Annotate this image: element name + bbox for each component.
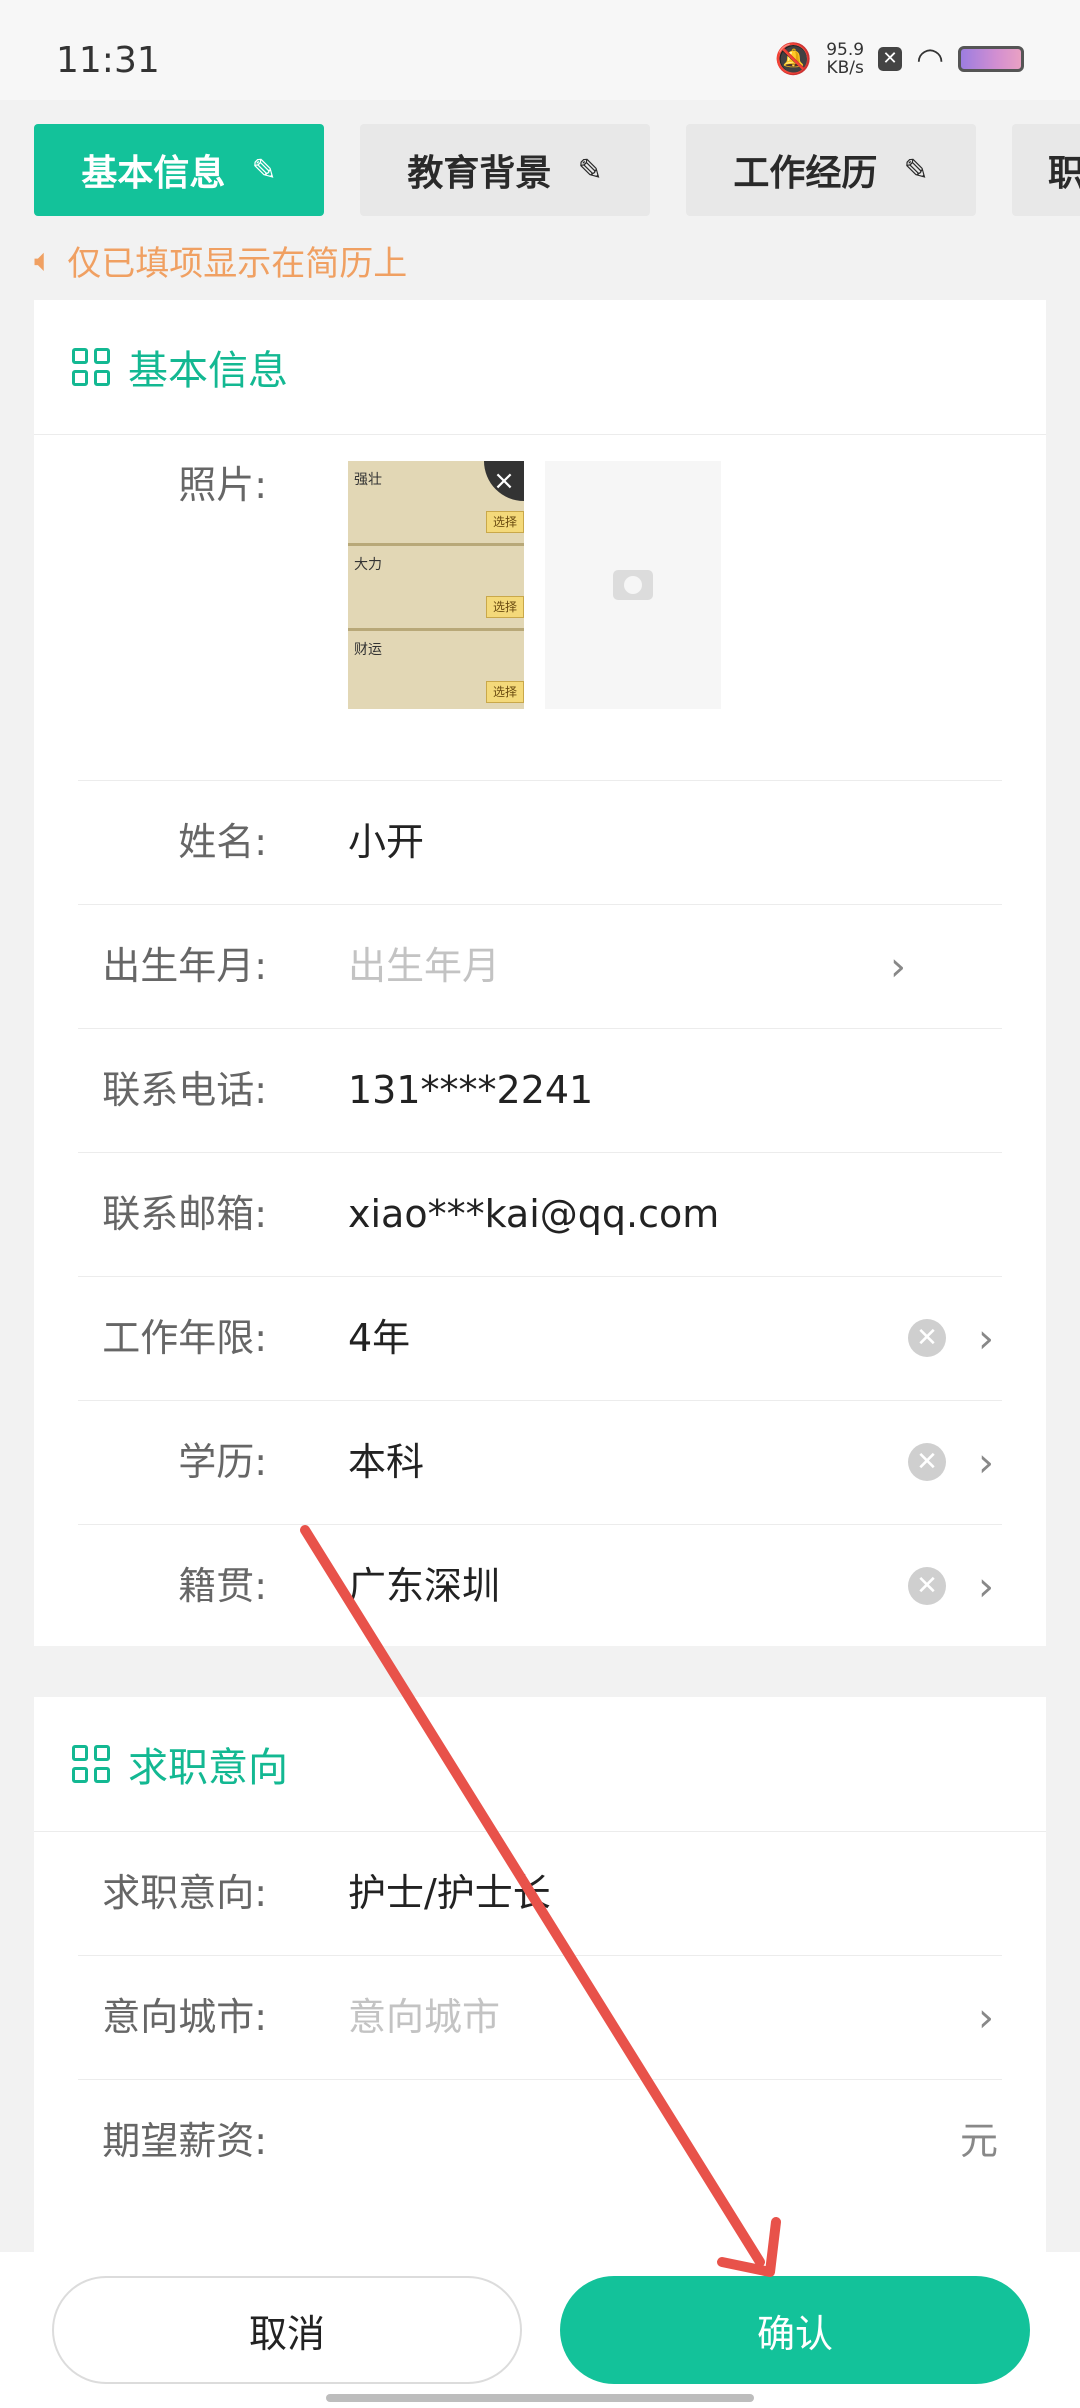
section-tabs: 基本信息 ✎ 教育背景 ✎ 工作经历 ✎ 职 <box>0 100 1080 250</box>
work-years-row[interactable]: 工作年限: 4年 ✕ › <box>78 1277 1002 1401</box>
job-label: 求职意向: <box>102 1871 267 1915</box>
education-row[interactable]: 学历: 本科 ✕ › <box>78 1401 1002 1525</box>
salary-row[interactable]: 期望薪资: 元 <box>78 2080 1002 2203</box>
clear-icon[interactable]: ✕ <box>908 1319 946 1357</box>
name-label: 姓名: <box>178 820 267 864</box>
status-time: 11:31 <box>56 40 160 81</box>
notification-icon: ✕ <box>878 47 903 71</box>
speaker-icon: 🔈︎ <box>34 241 54 279</box>
salary-label: 期望薪资: <box>102 2119 267 2163</box>
city-field[interactable]: 意向城市 <box>348 1956 500 2079</box>
basic-info-header: 基本信息 <box>34 300 1046 435</box>
add-photo-button[interactable] <box>545 461 721 709</box>
work-years-field[interactable]: 4年 <box>348 1277 410 1400</box>
chevron-right-icon: › <box>890 944 906 990</box>
photo-row: 照片: 强壮 选择 大力 选择 财运 选择 × <box>78 435 1002 781</box>
chevron-right-icon: › <box>978 1316 994 1362</box>
thumb-strip: 大力选择 <box>348 546 524 631</box>
bottom-action-bar: 取消 确认 <box>0 2252 1080 2408</box>
tab-basic-info[interactable]: 基本信息 ✎ <box>34 124 324 216</box>
photo-label: 照片: <box>178 463 267 507</box>
chevron-right-icon: › <box>978 1440 994 1486</box>
email-label: 联系邮箱: <box>102 1192 267 1236</box>
thumb-strip-button: 选择 <box>486 681 524 703</box>
cancel-button[interactable]: 取消 <box>52 2276 522 2384</box>
name-row[interactable]: 姓名: 小开 <box>78 781 1002 905</box>
tab-more[interactable]: 职 <box>1012 124 1080 216</box>
hometown-field[interactable]: 广东深圳 <box>348 1525 500 1648</box>
section-title: 求职意向 <box>128 1745 288 1791</box>
section-title: 基本信息 <box>128 348 288 394</box>
city-row[interactable]: 意向城市: 意向城市 › <box>78 1956 1002 2080</box>
pencil-icon: ✎ <box>251 152 277 188</box>
hometown-row[interactable]: 籍贯: 广东深圳 ✕ › <box>78 1525 1002 1648</box>
camera-icon <box>613 570 653 600</box>
hometown-label: 籍贯: <box>178 1564 267 1608</box>
chevron-right-icon: › <box>978 1995 994 2041</box>
job-field[interactable]: 护士/护士长 <box>348 1832 551 1955</box>
notice-text: 仅已填项显示在简历上 <box>67 244 408 284</box>
birth-label: 出生年月: <box>102 944 267 988</box>
grid-icon <box>72 348 110 386</box>
clear-icon[interactable]: ✕ <box>908 1443 946 1481</box>
thumb-strip: 财运选择 <box>348 631 524 709</box>
education-label: 学历: <box>178 1440 267 1484</box>
network-speed: 95.9 KB/s <box>826 41 864 77</box>
email-field[interactable]: xiao***kai@qq.com <box>348 1153 719 1276</box>
job-row[interactable]: 求职意向: 护士/护士长 <box>78 1832 1002 1956</box>
tab-work-experience[interactable]: 工作经历 ✎ <box>686 124 976 216</box>
grid-icon <box>72 1745 110 1783</box>
resume-notice: 🔈︎ 仅已填项显示在简历上 <box>34 236 407 285</box>
status-bar: 11:31 🔕 95.9 KB/s ✕ ◠ <box>0 0 1080 100</box>
phone-field[interactable]: 131****2241 <box>348 1029 593 1152</box>
birth-row[interactable]: 出生年月: 出生年月 › <box>78 905 1002 1029</box>
thumb-strip-title: 大力 <box>354 557 382 573</box>
status-icons: 🔕 95.9 KB/s ✕ ◠ <box>775 40 1024 78</box>
chevron-right-icon: › <box>978 1564 994 1610</box>
pencil-icon: ✎ <box>903 152 929 188</box>
name-field[interactable]: 小开 <box>348 781 424 904</box>
tab-education[interactable]: 教育背景 ✎ <box>360 124 650 216</box>
wifi-icon: ◠ <box>916 40 944 78</box>
pencil-icon: ✎ <box>577 152 603 188</box>
education-field[interactable]: 本科 <box>348 1401 424 1524</box>
clear-icon[interactable]: ✕ <box>908 1567 946 1605</box>
tab-label: 教育背景 <box>407 153 552 194</box>
birth-field[interactable]: 出生年月 <box>348 905 500 1028</box>
thumb-strip-button: 选择 <box>486 596 524 618</box>
home-indicator <box>326 2394 754 2402</box>
thumb-strip-button: 选择 <box>486 511 524 533</box>
email-row[interactable]: 联系邮箱: xiao***kai@qq.com <box>78 1153 1002 1277</box>
battery-icon <box>958 46 1024 72</box>
confirm-button[interactable]: 确认 <box>560 2276 1030 2384</box>
tab-label: 工作经历 <box>733 153 878 194</box>
basic-info-card: 基本信息 照片: 强壮 选择 大力 选择 财运 选择 × 姓名: 小开 出生年月: 出… <box>34 300 1046 1646</box>
tab-label: 职 <box>1048 153 1080 194</box>
network-speed-unit: KB/s <box>826 58 864 78</box>
phone-row[interactable]: 联系电话: 131****2241 <box>78 1029 1002 1153</box>
city-label: 意向城市: <box>102 1995 267 2039</box>
network-speed-value: 95.9 <box>826 40 865 60</box>
work-years-label: 工作年限: <box>102 1316 267 1360</box>
thumb-strip-title: 强壮 <box>354 472 382 488</box>
tab-label: 基本信息 <box>81 153 226 194</box>
phone-label: 联系电话: <box>102 1068 267 1112</box>
photo-thumbnail[interactable]: 强壮 选择 大力 选择 财运 选择 × <box>348 461 524 709</box>
thumb-strip-title: 财运 <box>354 642 382 658</box>
mute-bell-icon: 🔕 <box>774 41 813 77</box>
job-intent-header: 求职意向 <box>34 1697 1046 1832</box>
salary-unit: 元 <box>959 2119 998 2163</box>
job-intent-card: 求职意向 求职意向: 护士/护士长 意向城市: 意向城市 › 期望薪资: 元 <box>34 1697 1046 2257</box>
